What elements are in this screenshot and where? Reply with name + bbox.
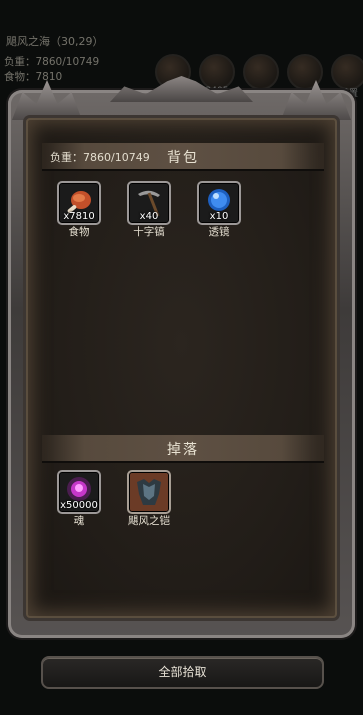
location-label: 飓风之海（30,29）: [6, 35, 104, 48]
drop-item-armor[interactable]: 飓风之铠: [127, 470, 171, 528]
armor-icon: [243, 54, 279, 90]
hud-food-label: 食物：7810: [4, 71, 63, 83]
pickup-all-button[interactable]: 全部拾取: [41, 656, 324, 689]
item-name: 魂: [73, 515, 85, 527]
item-slot[interactable]: x50000: [57, 470, 101, 514]
item-quantity: x7810: [63, 211, 95, 222]
drop-item-soul[interactable]: x50000 魂: [57, 470, 101, 528]
bag-item-lens[interactable]: x10 透镜: [197, 181, 241, 239]
armor-icon: [137, 479, 161, 505]
item-name: 十字镐: [133, 226, 165, 238]
item-quantity: x40: [139, 211, 159, 222]
pickup-all-label: 全部拾取: [158, 665, 207, 679]
drop-header: 掉落: [42, 435, 324, 463]
item-slot[interactable]: x7810: [57, 181, 101, 225]
gem-icon: 3405: [199, 54, 235, 96]
item-slot[interactable]: [127, 470, 171, 514]
item-quantity: x10: [209, 211, 229, 222]
item-slot[interactable]: x40: [127, 181, 171, 225]
item-quantity: x50000: [60, 500, 98, 511]
bag-item-food[interactable]: x7810 食物: [57, 181, 101, 239]
item-name: 食物: [68, 226, 90, 238]
hud-weight-label: 负重：7860/10749: [4, 56, 100, 68]
bag-title: 背包: [167, 150, 199, 166]
gear-icon: 设置: [331, 54, 363, 99]
bag-item-pickaxe[interactable]: x40 十字镐: [127, 181, 171, 239]
item-name: 飓风之铠: [128, 515, 170, 527]
item-slot[interactable]: x10: [197, 181, 241, 225]
bag-header: 负重：7860/10749 背包: [42, 143, 324, 171]
drop-title: 掉落: [167, 442, 199, 458]
item-name: 透镜: [208, 226, 230, 238]
